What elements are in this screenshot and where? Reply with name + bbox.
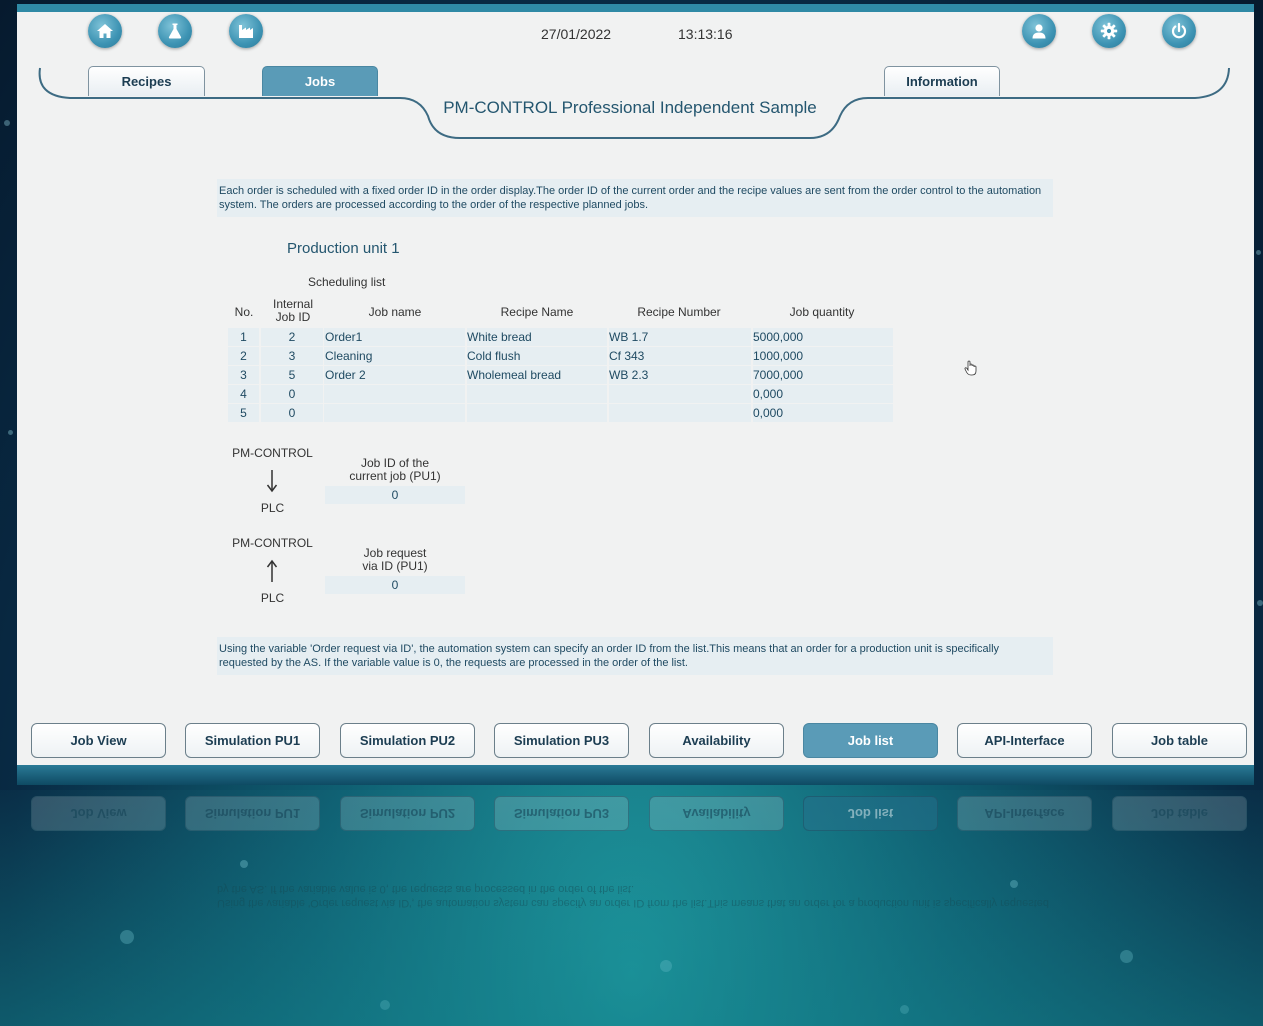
job-request-source-label: PM-CONTROL: [232, 536, 313, 550]
availability-button[interactable]: Availability: [649, 723, 784, 758]
cell-job-quantity: 1000,000: [753, 347, 893, 365]
column-header-recipe-name: Recipe Name: [500, 305, 574, 319]
current-job-label-line2: current job (PU1): [349, 469, 441, 483]
reflection-button: Job list: [803, 796, 938, 831]
home-icon: [97, 24, 113, 38]
production-button[interactable]: [229, 14, 263, 48]
api-interface-button[interactable]: API-Interface: [957, 723, 1092, 758]
cell-recipe-name: Wholemeal bread: [467, 366, 607, 384]
gear-icon: [1100, 22, 1118, 40]
table-row[interactable]: 4 0 0,000: [228, 385, 893, 403]
reflection-text: Using the variable 'Order request via ID…: [217, 883, 1050, 909]
factory-icon: [239, 25, 253, 38]
flask-icon: [168, 23, 182, 39]
cell-recipe-number: [609, 385, 751, 403]
cell-job-name: Order1: [324, 328, 465, 346]
cell-no: 2: [228, 347, 259, 365]
production-unit-title: Production unit 1: [287, 240, 400, 257]
cell-internal-id: 0: [261, 385, 323, 403]
cell-recipe-name: [467, 385, 607, 403]
user-button[interactable]: [1022, 14, 1056, 48]
column-header-job-quantity: Job quantity: [789, 305, 855, 319]
reflection-decoration: Job View Simulation PU1 Simulation PU2 S…: [0, 790, 1263, 1026]
arrow-down-icon: [266, 470, 278, 493]
arrow-up-icon: [266, 559, 278, 582]
current-job-target-label: PLC: [260, 501, 285, 515]
tab-recipes[interactable]: Recipes: [88, 66, 205, 96]
cell-internal-id: 0: [261, 404, 323, 422]
recipes-lab-button[interactable]: [158, 14, 192, 48]
cell-job-name: Cleaning: [324, 347, 465, 365]
cell-recipe-name: White bread: [467, 328, 607, 346]
job-request-label-line2: via ID (PU1): [362, 559, 428, 573]
reflection-button: Availability: [649, 796, 784, 831]
job-list-button[interactable]: Job list: [803, 723, 938, 758]
cell-internal-id: 5: [261, 366, 323, 384]
tab-jobs[interactable]: Jobs: [262, 66, 378, 96]
simulation-pu3-button[interactable]: Simulation PU3: [494, 723, 629, 758]
app-title: PM-CONTROL Professional Independent Samp…: [443, 98, 817, 117]
reflection-button: Job View: [31, 796, 166, 831]
bottom-bar: [17, 765, 1254, 785]
job-request-label-line1: Job request: [363, 546, 427, 560]
cell-job-name: [324, 404, 465, 422]
cell-job-quantity: 5000,000: [753, 328, 893, 346]
reflection-button: Job table: [1112, 796, 1247, 831]
cell-job-quantity: 0,000: [753, 404, 893, 422]
column-header-recipe-number: Recipe Number: [637, 305, 721, 319]
home-button[interactable]: [88, 14, 122, 48]
power-button[interactable]: [1162, 14, 1196, 48]
job-table-button[interactable]: Job table: [1112, 723, 1247, 758]
cell-no: 5: [228, 404, 259, 422]
settings-button[interactable]: [1092, 14, 1126, 48]
power-icon: [1171, 22, 1187, 39]
user-icon: [1032, 24, 1046, 39]
table-row[interactable]: 2 3 Cleaning Cold flush Cf 343 1000,000: [228, 347, 893, 365]
reflection-button: API-Interface: [957, 796, 1092, 831]
cell-recipe-number: WB 2.3: [609, 366, 751, 384]
table-row[interactable]: 3 5 Order 2 Wholemeal bread WB 2.3 7000,…: [228, 366, 893, 384]
hand-cursor-icon: [964, 360, 977, 376]
job-view-button[interactable]: Job View: [31, 723, 166, 758]
reflection-button: Simulation PU3: [494, 796, 629, 831]
scheduling-list-title: Scheduling list: [308, 275, 386, 289]
reflection-fade: [0, 790, 1263, 1026]
current-job-id-field[interactable]: 0: [325, 486, 465, 504]
table-row[interactable]: 5 0 0,000: [228, 404, 893, 422]
footer-text: Using the variable 'Order request via ID…: [217, 637, 1053, 675]
reflection-button: Simulation PU1: [185, 796, 320, 831]
cell-no: 3: [228, 366, 259, 384]
cell-job-name: Order 2: [324, 366, 465, 384]
tab-information[interactable]: Information: [884, 66, 1000, 96]
cell-recipe-name: Cold flush: [467, 347, 607, 365]
cell-no: 4: [228, 385, 259, 403]
cell-recipe-name: [467, 404, 607, 422]
job-request-target-label: PLC: [260, 591, 285, 605]
table-row[interactable]: 1 2 Order1 White bread WB 1.7 5000,000: [228, 328, 893, 346]
cell-job-quantity: 0,000: [753, 385, 893, 403]
cell-recipe-number: WB 1.7: [609, 328, 751, 346]
time-display: 13:13:16: [678, 26, 733, 42]
job-request-id-field[interactable]: 0: [325, 576, 465, 594]
column-header-no: No.: [234, 305, 254, 319]
cell-recipe-number: [609, 404, 751, 422]
cell-no: 1: [228, 328, 259, 346]
column-header-job-name: Job name: [368, 305, 422, 319]
intro-text: Each order is scheduled with a fixed ord…: [217, 179, 1053, 217]
date-display: 27/01/2022: [541, 26, 612, 42]
cell-recipe-number: Cf 343: [609, 347, 751, 365]
column-header-internal-id: Internal Job ID: [272, 297, 314, 324]
simulation-pu1-button[interactable]: Simulation PU1: [185, 723, 320, 758]
cell-internal-id: 2: [261, 328, 323, 346]
cell-job-name: [324, 385, 465, 403]
cell-internal-id: 3: [261, 347, 323, 365]
reflection-button: Simulation PU2: [340, 796, 475, 831]
current-job-label-line1: Job ID of the: [360, 456, 430, 470]
simulation-pu2-button[interactable]: Simulation PU2: [340, 723, 475, 758]
current-job-source-label: PM-CONTROL: [232, 446, 313, 460]
cell-job-quantity: 7000,000: [753, 366, 893, 384]
